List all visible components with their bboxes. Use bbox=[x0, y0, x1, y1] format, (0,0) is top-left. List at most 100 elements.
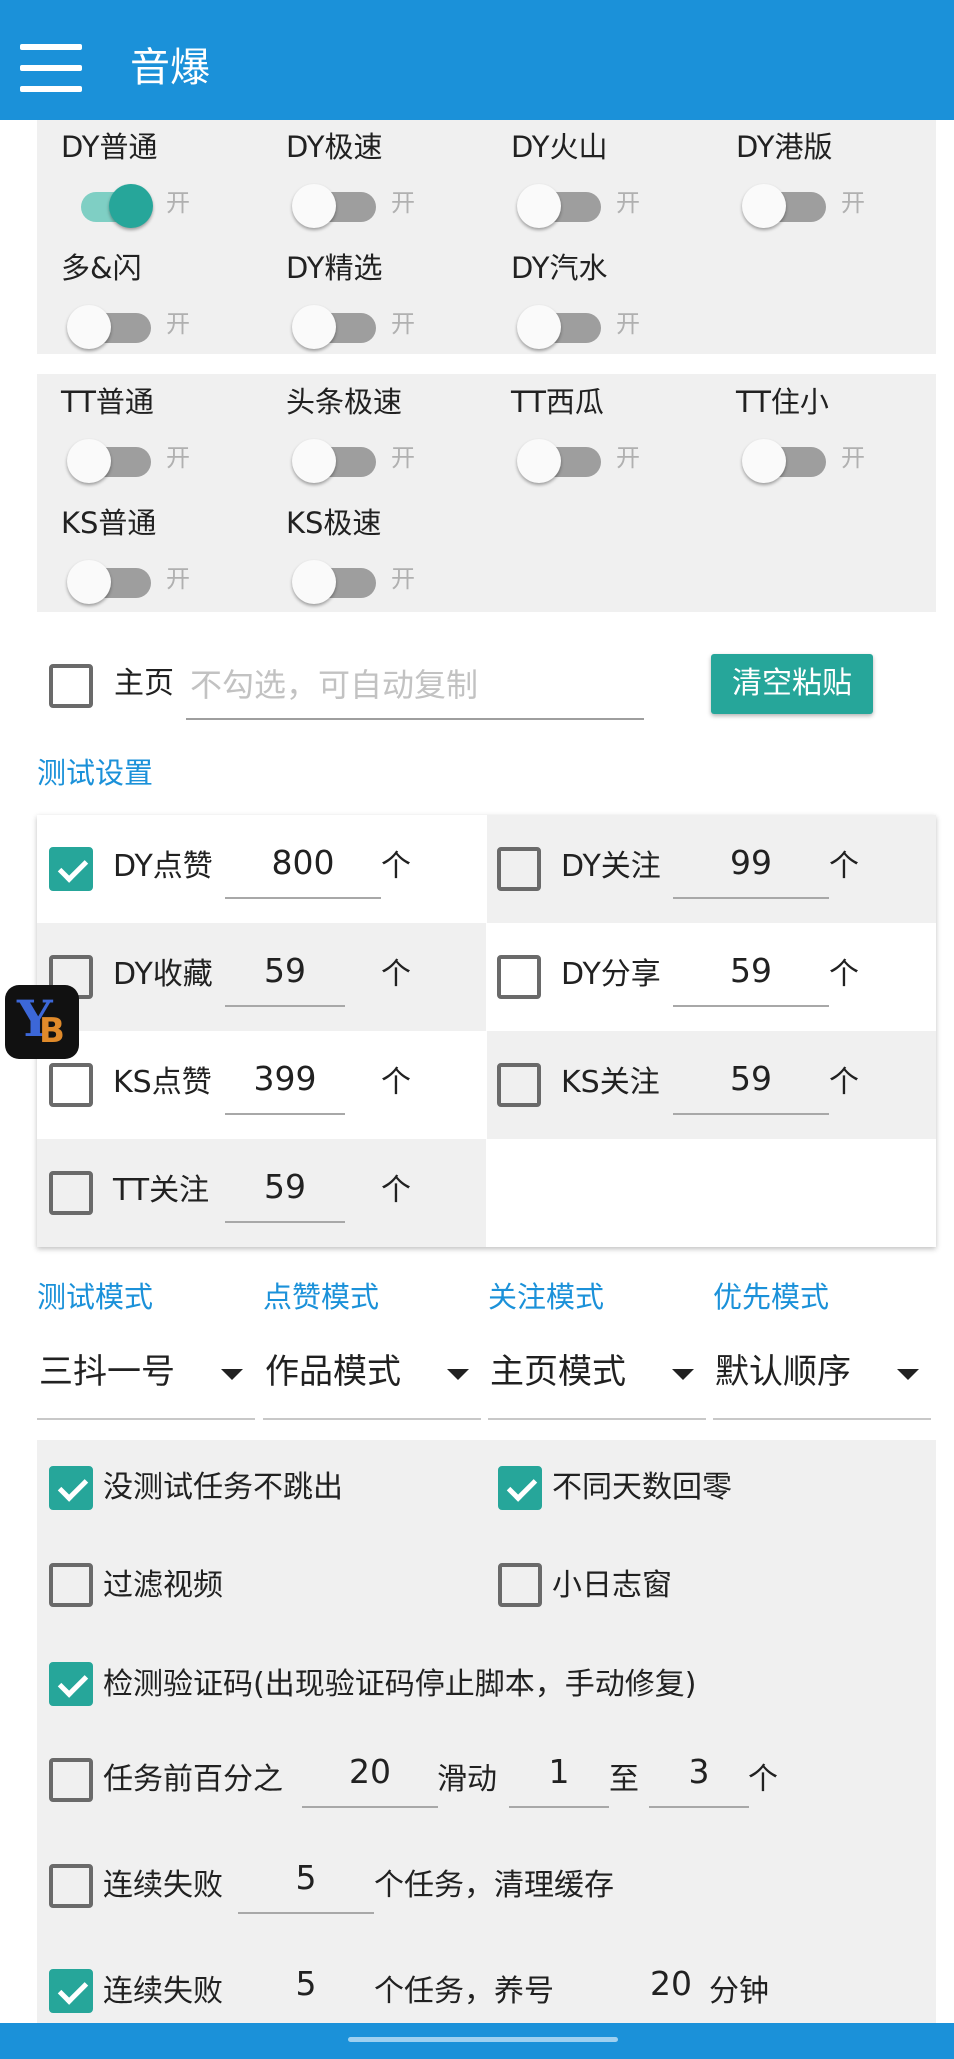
option-checkbox-reset-days[interactable] bbox=[498, 1466, 542, 1510]
option-checkbox-nurture[interactable] bbox=[49, 1969, 93, 2013]
swipe-max-input[interactable]: 3 bbox=[649, 1750, 749, 1808]
setting-unit: 个 bbox=[829, 849, 859, 884]
switch-label: DY汽水 bbox=[511, 251, 608, 285]
dropdown-arrow-icon bbox=[447, 1369, 469, 1380]
option-checkbox-filter-video[interactable] bbox=[49, 1563, 93, 1607]
toggle-switch[interactable] bbox=[517, 435, 609, 483]
switch-on-text: 开 bbox=[841, 189, 865, 217]
switch-on-text: 开 bbox=[166, 310, 190, 338]
dropdown-value: 三抖一号 bbox=[39, 1352, 175, 1392]
setting-checkbox[interactable] bbox=[49, 1171, 93, 1215]
app-title: 音爆 bbox=[130, 45, 210, 91]
switch-on-text: 开 bbox=[166, 444, 190, 472]
toggle-switch[interactable] bbox=[67, 435, 159, 483]
switch-on-text: 开 bbox=[616, 444, 640, 472]
swipe-min-input[interactable]: 1 bbox=[509, 1750, 609, 1808]
toggle-switch[interactable] bbox=[517, 301, 609, 349]
swipe-label-to: 至 bbox=[609, 1762, 639, 1797]
switch-label: DY精选 bbox=[286, 251, 383, 285]
switch-cell-dy-huoshan: DY火山 开 bbox=[487, 120, 712, 240]
clear-paste-button[interactable]: 清空粘贴 bbox=[711, 654, 873, 714]
setting-dy-like: DY点赞 800 个 bbox=[37, 815, 486, 923]
switch-label: TT住小 bbox=[736, 385, 829, 419]
app-bar: 音爆 bbox=[0, 0, 954, 120]
dropdown-test-mode[interactable]: 三抖一号 bbox=[37, 1340, 255, 1420]
setting-count-input[interactable]: 800 bbox=[225, 841, 381, 899]
nurture-label-middle: 个任务，养号 bbox=[374, 1974, 554, 2009]
menu-icon[interactable] bbox=[20, 44, 82, 92]
option-checkbox-no-exit[interactable] bbox=[49, 1466, 93, 1510]
switch-on-text: 开 bbox=[391, 189, 415, 217]
switch-cell-dy-fast: DY极速 开 bbox=[262, 120, 487, 240]
dropdown-arrow-icon bbox=[897, 1369, 919, 1380]
toggle-switch[interactable] bbox=[67, 556, 159, 604]
switch-on-text: 开 bbox=[391, 565, 415, 593]
mode-title-priority: 优先模式 bbox=[713, 1280, 830, 1314]
option-checkbox-captcha[interactable] bbox=[49, 1662, 93, 1706]
switch-cell-tt-normal: TT普通 开 bbox=[37, 375, 262, 495]
switch-on-text: 开 bbox=[166, 189, 190, 217]
switch-label: DY极速 bbox=[286, 130, 383, 164]
setting-label: DY点赞 bbox=[113, 849, 213, 884]
setting-count-input[interactable]: 59 bbox=[225, 949, 345, 1007]
setting-tt-follow: TT关注 59 个 bbox=[37, 1139, 486, 1247]
switch-label: DY港版 bbox=[736, 130, 833, 164]
clear-cache-label-prefix: 连续失败 bbox=[103, 1868, 223, 1903]
option-checkbox-log-window[interactable] bbox=[498, 1563, 542, 1607]
toggle-switch[interactable] bbox=[292, 180, 384, 228]
toggle-switch[interactable] bbox=[742, 180, 834, 228]
setting-label: KS点赞 bbox=[113, 1065, 212, 1100]
floating-app-logo[interactable]: Y B bbox=[5, 985, 79, 1059]
switch-on-text: 开 bbox=[841, 444, 865, 472]
homepage-checkbox[interactable] bbox=[49, 664, 93, 708]
setting-count-input[interactable]: 99 bbox=[673, 841, 829, 899]
setting-label: KS关注 bbox=[561, 1065, 660, 1100]
swipe-label-prefix: 任务前百分之 bbox=[103, 1762, 283, 1797]
dropdown-priority-mode[interactable]: 默认顺序 bbox=[713, 1340, 931, 1420]
clear-cache-count-input[interactable]: 5 bbox=[238, 1856, 374, 1914]
swipe-label-unit: 个 bbox=[748, 1762, 778, 1797]
setting-count-input[interactable]: 59 bbox=[673, 949, 829, 1007]
setting-checkbox[interactable] bbox=[49, 847, 93, 891]
mode-title-follow: 关注模式 bbox=[488, 1280, 605, 1314]
dropdown-arrow-icon bbox=[672, 1369, 694, 1380]
setting-ks-like: KS点赞 399 个 bbox=[37, 1031, 486, 1139]
toggle-switch[interactable] bbox=[292, 556, 384, 604]
setting-count-input[interactable]: 399 bbox=[225, 1057, 345, 1115]
setting-label: DY关注 bbox=[561, 849, 661, 884]
setting-dy-favorite: DY收藏 59 个 bbox=[37, 923, 486, 1031]
toggle-switch[interactable] bbox=[67, 180, 159, 228]
option-label-no-exit: 没测试任务不跳出 bbox=[103, 1470, 343, 1505]
nurture-count-input[interactable]: 5 bbox=[238, 1962, 374, 2020]
setting-checkbox[interactable] bbox=[49, 1063, 93, 1107]
homepage-input[interactable]: 不勾选，可自动复制 bbox=[186, 660, 644, 720]
setting-unit: 个 bbox=[381, 1173, 411, 1208]
setting-count-input[interactable]: 59 bbox=[673, 1057, 829, 1115]
switch-cell-toutiao-fast: 头条极速 开 bbox=[262, 375, 487, 495]
setting-label: TT关注 bbox=[113, 1173, 210, 1208]
setting-checkbox[interactable] bbox=[497, 1063, 541, 1107]
mode-title-test: 测试模式 bbox=[37, 1280, 154, 1314]
gesture-handle[interactable] bbox=[348, 2037, 618, 2042]
toggle-switch[interactable] bbox=[292, 301, 384, 349]
switch-group-tt-ks: TT普通 开 头条极速 开 TT西瓜 开 TT住小 开 KS普通 开 KS极速 … bbox=[37, 374, 936, 612]
toggle-switch[interactable] bbox=[67, 301, 159, 349]
toggle-switch[interactable] bbox=[292, 435, 384, 483]
option-checkbox-clear-cache[interactable] bbox=[49, 1864, 93, 1908]
setting-checkbox[interactable] bbox=[497, 847, 541, 891]
setting-count-input[interactable]: 59 bbox=[225, 1165, 345, 1223]
setting-checkbox[interactable] bbox=[497, 955, 541, 999]
swipe-label-middle: 滑动 bbox=[437, 1762, 497, 1797]
switch-cell-tt-xigua: TT西瓜 开 bbox=[487, 375, 712, 495]
toggle-switch[interactable] bbox=[742, 435, 834, 483]
toggle-switch[interactable] bbox=[517, 180, 609, 228]
dropdown-follow-mode[interactable]: 主页模式 bbox=[488, 1340, 706, 1420]
switch-on-text: 开 bbox=[616, 189, 640, 217]
dropdown-value: 默认顺序 bbox=[715, 1352, 851, 1392]
option-checkbox-swipe[interactable] bbox=[49, 1758, 93, 1802]
swipe-percent-input[interactable]: 20 bbox=[302, 1750, 438, 1808]
dropdown-like-mode[interactable]: 作品模式 bbox=[263, 1340, 481, 1420]
switch-label: TT西瓜 bbox=[511, 385, 604, 419]
switch-on-text: 开 bbox=[391, 444, 415, 472]
nurture-label-prefix: 连续失败 bbox=[103, 1974, 223, 2009]
